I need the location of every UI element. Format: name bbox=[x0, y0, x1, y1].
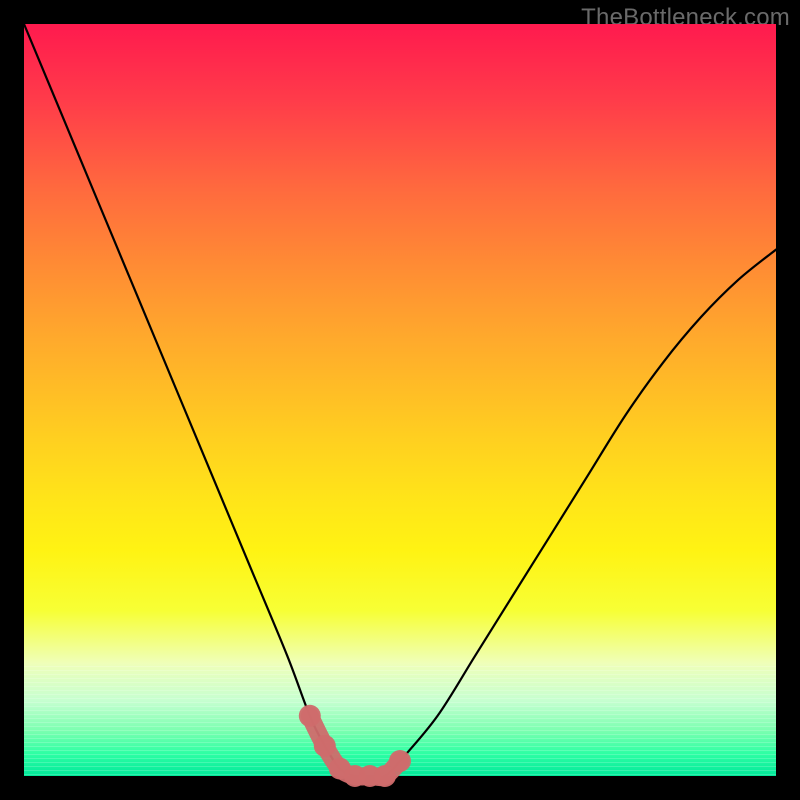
highlight-dot bbox=[299, 705, 321, 727]
highlight-dot bbox=[374, 765, 396, 787]
highlight-dot bbox=[314, 735, 336, 757]
bottom-striping bbox=[24, 663, 776, 776]
highlight-dots bbox=[299, 705, 411, 787]
bottleneck-curve bbox=[24, 24, 776, 777]
plot-area bbox=[24, 24, 776, 776]
highlight-dot bbox=[329, 758, 351, 780]
highlight-dot bbox=[344, 765, 366, 787]
curve-layer bbox=[24, 24, 776, 776]
highlight-dot bbox=[389, 750, 411, 772]
highlight-segment bbox=[310, 716, 400, 777]
highlight-dot bbox=[359, 765, 381, 787]
chart-frame: TheBottleneck.com bbox=[0, 0, 800, 800]
